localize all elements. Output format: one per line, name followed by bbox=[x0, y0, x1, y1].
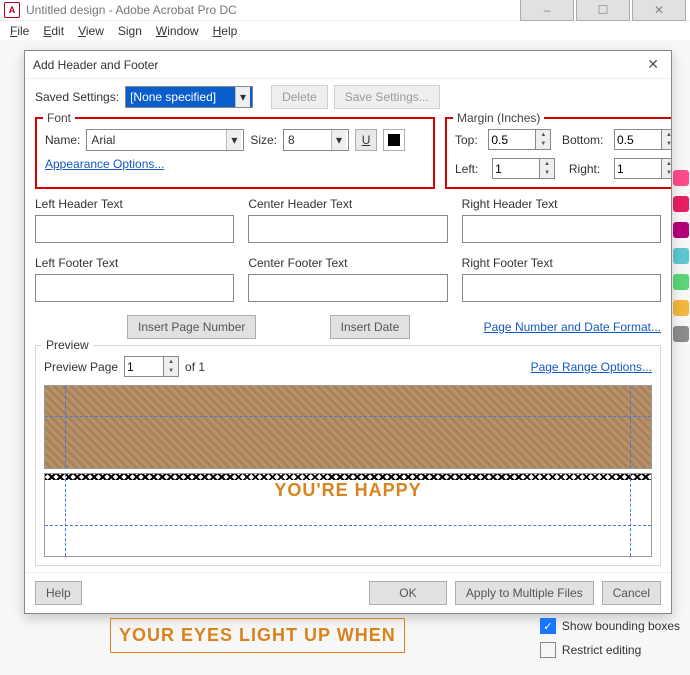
saved-settings-value: [None specified] bbox=[130, 90, 216, 104]
dialog-close-button[interactable]: ✕ bbox=[643, 56, 663, 73]
saved-settings-select[interactable]: [None specified] ▾ bbox=[125, 86, 253, 108]
header-footer-dialog: Add Header and Footer ✕ Saved Settings: … bbox=[24, 50, 672, 614]
center-header-text[interactable] bbox=[248, 215, 447, 243]
close-window-button[interactable]: ✕ bbox=[632, 0, 686, 21]
center-footer-text[interactable] bbox=[248, 274, 447, 302]
preview-of-label: of 1 bbox=[185, 360, 205, 374]
center-header-label: Center Header Text bbox=[248, 197, 447, 211]
menu-edit[interactable]: Edit bbox=[37, 22, 70, 40]
minimize-button[interactable]: – bbox=[520, 0, 574, 21]
left-footer-text[interactable] bbox=[35, 274, 234, 302]
app-icon: A bbox=[4, 2, 20, 18]
canvas-text-block[interactable]: YOUR EYES LIGHT UP WHEN bbox=[110, 618, 405, 653]
header-footer-text-grid: Left Header Text Center Header Text Righ… bbox=[35, 197, 661, 305]
show-bounding-boxes-checkbox[interactable]: ✓Show bounding boxes bbox=[540, 618, 680, 634]
insert-date-button[interactable]: Insert Date bbox=[330, 315, 411, 339]
font-margin-row: Font Name: Arial ▾ Size: 8 ▾ U Appearanc… bbox=[35, 117, 661, 189]
menubar: File Edit View Sign Window Help bbox=[0, 21, 690, 42]
font-legend: Font bbox=[43, 111, 75, 125]
preview-header-box bbox=[44, 385, 652, 469]
right-footer-text[interactable] bbox=[462, 274, 661, 302]
center-footer-label: Center Footer Text bbox=[248, 256, 447, 270]
font-name-value: Arial bbox=[91, 133, 115, 147]
dialog-footer: Help OK Apply to Multiple Files Cancel bbox=[25, 572, 671, 613]
rail-icon-6[interactable] bbox=[673, 300, 689, 316]
menu-help[interactable]: Help bbox=[207, 22, 244, 40]
color-swatch-icon bbox=[388, 134, 400, 146]
page-number-format-link[interactable]: Page Number and Date Format... bbox=[484, 320, 661, 334]
preview-text: YOU'RE HAPPY bbox=[274, 480, 421, 501]
margin-top-input[interactable]: ▲▼ bbox=[488, 129, 551, 150]
font-size-select[interactable]: 8 ▾ bbox=[283, 129, 349, 151]
insert-page-number-button[interactable]: Insert Page Number bbox=[127, 315, 256, 339]
menu-file[interactable]: File bbox=[4, 22, 35, 40]
delete-button[interactable]: Delete bbox=[271, 85, 328, 109]
preview-page-input[interactable]: ▲▼ bbox=[124, 356, 179, 377]
appearance-options-link[interactable]: Appearance Options... bbox=[45, 157, 164, 171]
preview-legend: Preview bbox=[42, 338, 93, 352]
save-settings-button[interactable]: Save Settings... bbox=[334, 85, 440, 109]
dialog-titlebar: Add Header and Footer ✕ bbox=[25, 51, 671, 79]
tools-rail bbox=[672, 170, 690, 342]
margin-bottom-input[interactable]: ▲▼ bbox=[614, 129, 671, 150]
font-size-value: 8 bbox=[288, 133, 295, 147]
page-range-options-link[interactable]: Page Range Options... bbox=[531, 360, 652, 374]
apply-multiple-button[interactable]: Apply to Multiple Files bbox=[455, 581, 594, 605]
font-name-select[interactable]: Arial ▾ bbox=[86, 129, 244, 151]
titlebar: A Untitled design - Adobe Acrobat Pro DC… bbox=[0, 0, 690, 21]
cancel-button[interactable]: Cancel bbox=[602, 581, 661, 605]
help-button[interactable]: Help bbox=[35, 581, 82, 605]
menu-view[interactable]: View bbox=[72, 22, 110, 40]
preview-footer-box: YOU'RE HAPPY bbox=[44, 473, 652, 557]
menu-window[interactable]: Window bbox=[150, 22, 205, 40]
margin-left-input[interactable]: ▲▼ bbox=[492, 158, 555, 179]
margin-bottom-label: Bottom: bbox=[562, 133, 603, 147]
window-title: Untitled design - Adobe Acrobat Pro DC bbox=[26, 3, 520, 17]
preview-fieldset: Preview Preview Page ▲▼ of 1 Page Range … bbox=[35, 345, 661, 566]
chevron-down-icon: ▾ bbox=[331, 130, 346, 150]
left-header-label: Left Header Text bbox=[35, 197, 234, 211]
chevron-down-icon: ▾ bbox=[235, 87, 250, 107]
margin-right-label: Right: bbox=[569, 162, 600, 176]
margin-top-label: Top: bbox=[455, 133, 478, 147]
right-header-label: Right Header Text bbox=[462, 197, 661, 211]
rail-icon-1[interactable] bbox=[673, 170, 689, 186]
margin-legend: Margin (Inches) bbox=[453, 111, 544, 125]
chevron-down-icon: ▾ bbox=[226, 130, 241, 150]
margin-right-input[interactable]: ▲▼ bbox=[614, 158, 671, 179]
checkbox-checked-icon: ✓ bbox=[540, 618, 556, 634]
underline-button[interactable]: U bbox=[355, 129, 377, 151]
rail-icon-7[interactable] bbox=[673, 326, 689, 342]
background-panel: YOUR EYES LIGHT UP WHEN ✓Show bounding b… bbox=[110, 618, 680, 658]
ok-button[interactable]: OK bbox=[369, 581, 447, 605]
color-button[interactable] bbox=[383, 129, 405, 151]
saved-settings-label: Saved Settings: bbox=[35, 90, 119, 104]
dialog-title-text: Add Header and Footer bbox=[33, 58, 158, 72]
left-header-text[interactable] bbox=[35, 215, 234, 243]
preview-page-label: Preview Page bbox=[44, 360, 118, 374]
restrict-editing-checkbox[interactable]: Restrict editing bbox=[540, 642, 680, 658]
checkbox-icon bbox=[540, 642, 556, 658]
saved-settings-row: Saved Settings: [None specified] ▾ Delet… bbox=[35, 85, 661, 109]
sidebar-checks: ✓Show bounding boxes Restrict editing bbox=[540, 618, 680, 658]
right-footer-label: Right Footer Text bbox=[462, 256, 661, 270]
left-footer-label: Left Footer Text bbox=[35, 256, 234, 270]
rail-icon-3[interactable] bbox=[673, 222, 689, 238]
font-name-label: Name: bbox=[45, 133, 80, 147]
font-size-label: Size: bbox=[250, 133, 277, 147]
rail-icon-5[interactable] bbox=[673, 274, 689, 290]
maximize-button[interactable]: ☐ bbox=[576, 0, 630, 21]
window-controls: – ☐ ✕ bbox=[520, 0, 686, 21]
rail-icon-4[interactable] bbox=[673, 248, 689, 264]
margin-fieldset: Margin (Inches) Top: ▲▼ Bottom: ▲▼ Left:… bbox=[445, 117, 671, 189]
insert-row: Insert Page Number Insert Date Page Numb… bbox=[35, 315, 661, 339]
margin-left-label: Left: bbox=[455, 162, 478, 176]
menu-sign[interactable]: Sign bbox=[112, 22, 148, 40]
rail-icon-2[interactable] bbox=[673, 196, 689, 212]
right-header-text[interactable] bbox=[462, 215, 661, 243]
font-fieldset: Font Name: Arial ▾ Size: 8 ▾ U Appearanc… bbox=[35, 117, 435, 189]
